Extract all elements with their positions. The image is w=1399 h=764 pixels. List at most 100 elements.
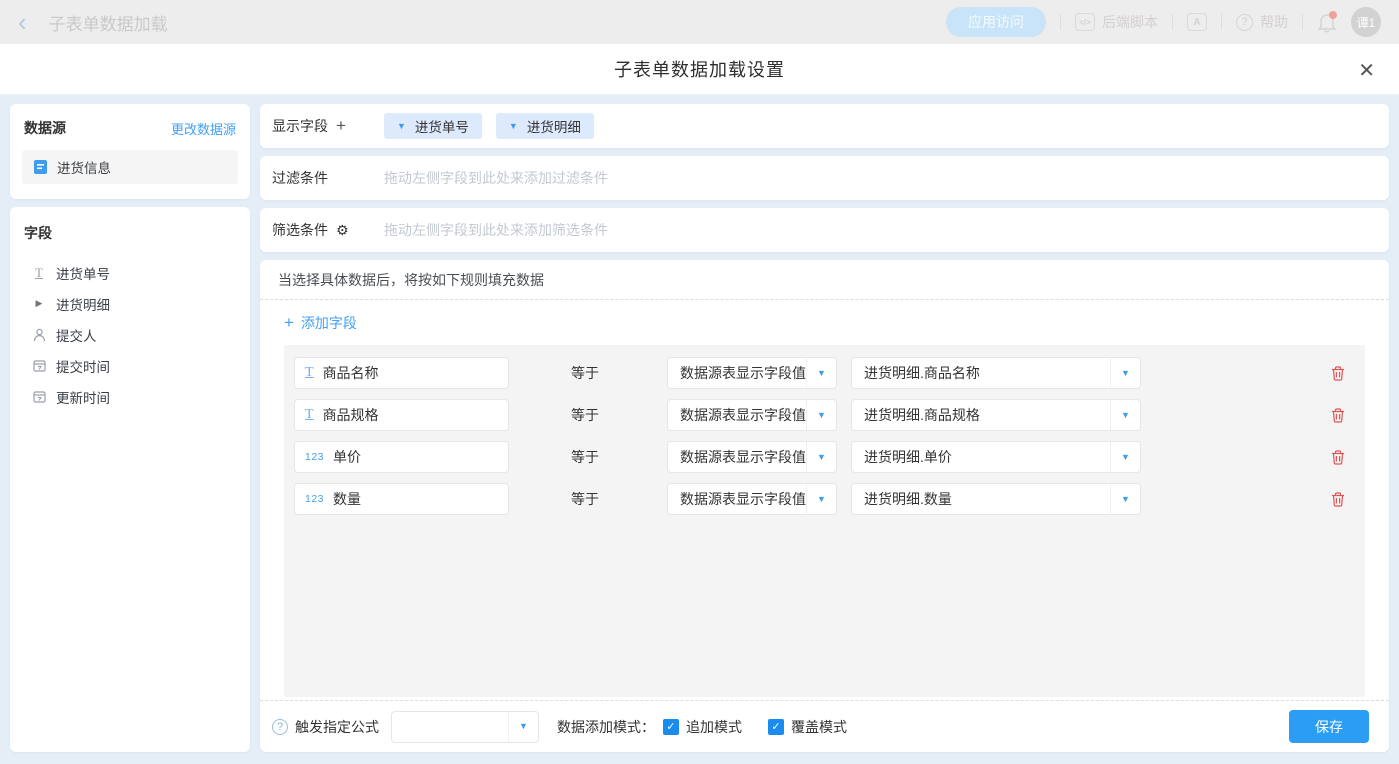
text-field-icon: T	[305, 407, 314, 423]
sift-condition-label: 筛选条件 ⚙	[272, 220, 384, 240]
fill-rules-card: 当选择具体数据后，将按如下规则填充数据 + 添加字段 T 商品名称 等于 数据源…	[260, 260, 1389, 752]
formula-help-icon[interactable]: ?	[272, 719, 288, 735]
back-icon[interactable]: ‹	[18, 9, 27, 35]
address-book-button[interactable]: A	[1187, 13, 1207, 31]
source-field-select[interactable]: 进货明细.单价 ▼	[851, 441, 1141, 473]
dialog-titlebar: 子表单数据加载设置 ✕	[0, 44, 1399, 95]
save-button[interactable]: 保存	[1289, 710, 1369, 743]
sidebar-field-submitter[interactable]: 提交人	[22, 319, 238, 350]
change-datasource-link[interactable]: 更改数据源	[171, 119, 236, 138]
formula-select[interactable]: ▼	[391, 711, 539, 743]
settings-footer: ? 触发指定公式 ▼ 数据添加模式： ✓ 追加模式 ✓ 覆盖模式 保存	[260, 700, 1389, 752]
chevron-down-icon: ▼	[806, 400, 836, 430]
source-field-select[interactable]: 进货明细.数量 ▼	[851, 483, 1141, 515]
sidebar-field-purchase-no[interactable]: T 进货单号	[22, 257, 238, 288]
chevron-down-icon: ▼	[1110, 358, 1140, 388]
source-field-select[interactable]: 进货明细.商品名称 ▼	[851, 357, 1141, 389]
overwrite-mode-checkbox[interactable]: ✓ 覆盖模式	[768, 717, 847, 737]
source-type-select[interactable]: 数据源表显示字段值 ▼	[667, 357, 837, 389]
target-field-box[interactable]: T 商品规格	[294, 399, 509, 431]
number-field-icon: 123	[305, 493, 324, 505]
delete-row-button[interactable]	[1331, 366, 1345, 381]
chevron-down-icon: ▼	[806, 484, 836, 514]
display-fields-label: 显示字段 +	[272, 116, 384, 136]
chevron-down-icon: ▼	[508, 712, 538, 742]
datasource-item-label: 进货信息	[57, 157, 111, 177]
sift-condition-placeholder: 拖动左侧字段到此处来添加筛选条件	[384, 220, 608, 240]
datasource-card: 数据源 更改数据源 进货信息	[10, 104, 250, 199]
text-field-icon: T	[305, 365, 314, 381]
chevron-down-icon: ▼	[1110, 442, 1140, 472]
delete-row-button[interactable]	[1331, 408, 1345, 423]
page-title: 子表单数据加载	[49, 10, 168, 35]
sidebar-field-purchase-detail[interactable]: ▶ 进货明细	[22, 288, 238, 319]
divider	[1172, 14, 1173, 30]
checkbox-checked-icon: ✓	[768, 719, 784, 735]
datasource-item[interactable]: 进货信息	[22, 150, 238, 184]
help-icon: ?	[1236, 14, 1253, 31]
mapping-row: T 商品名称 等于 数据源表显示字段值 ▼ 进货明细.商品名称 ▼	[294, 357, 1355, 389]
topbar-actions: 应用访问 </> 后端脚本 A ? 帮助 谭1	[946, 7, 1381, 37]
source-type-select[interactable]: 数据源表显示字段值 ▼	[667, 483, 837, 515]
trash-icon	[1331, 366, 1345, 381]
operator-label: 等于	[571, 447, 601, 467]
avatar[interactable]: 谭1	[1351, 7, 1381, 37]
chevron-down-icon: ▼	[397, 122, 406, 131]
operator-label: 等于	[571, 489, 601, 509]
formula-label: 触发指定公式	[295, 717, 379, 737]
source-field-select[interactable]: 进货明细.商品规格 ▼	[851, 399, 1141, 431]
add-field-button[interactable]: + 添加字段	[284, 313, 357, 333]
source-type-select[interactable]: 数据源表显示字段值 ▼	[667, 441, 837, 473]
dialog-title: 子表单数据加载设置	[614, 56, 785, 82]
notification-dot	[1329, 11, 1337, 19]
display-field-tag[interactable]: ▼ 进货单号	[384, 113, 482, 139]
append-mode-checkbox[interactable]: ✓ 追加模式	[663, 717, 742, 737]
checkbox-checked-icon: ✓	[663, 719, 679, 735]
target-field-box[interactable]: 123 数量	[294, 483, 509, 515]
sidebar-field-submit-time[interactable]: 提交时间	[22, 350, 238, 381]
source-type-select[interactable]: 数据源表显示字段值 ▼	[667, 399, 837, 431]
sift-condition-row[interactable]: 筛选条件 ⚙ 拖动左侧字段到此处来添加筛选条件	[260, 208, 1389, 252]
person-icon	[31, 328, 47, 342]
filter-condition-row[interactable]: 过滤条件 拖动左侧字段到此处来添加过滤条件	[260, 156, 1389, 200]
chevron-down-icon: ▼	[509, 122, 518, 131]
expand-arrow-icon[interactable]: ▶	[31, 298, 47, 309]
filter-condition-label: 过滤条件	[272, 168, 384, 188]
display-field-tag[interactable]: ▼ 进货明细	[496, 113, 594, 139]
target-field-box[interactable]: T 商品名称	[294, 357, 509, 389]
plus-icon: +	[284, 313, 294, 333]
data-add-mode-label: 数据添加模式：	[557, 717, 655, 737]
calendar-icon	[31, 359, 47, 372]
address-book-icon: A	[1187, 13, 1207, 31]
chevron-down-icon: ▼	[1110, 484, 1140, 514]
delete-row-button[interactable]	[1331, 492, 1345, 507]
mapping-panel: T 商品名称 等于 数据源表显示字段值 ▼ 进货明细.商品名称 ▼ T 商品规格…	[284, 345, 1365, 697]
chevron-down-icon: ▼	[806, 442, 836, 472]
app-access-button[interactable]: 应用访问	[946, 7, 1046, 37]
code-icon: </>	[1075, 13, 1095, 31]
divider	[1060, 14, 1061, 30]
display-fields-row: 显示字段 + ▼ 进货单号 ▼ 进货明细	[260, 104, 1389, 148]
operator-label: 等于	[571, 363, 601, 383]
app-topbar: ‹ 子表单数据加载 应用访问 </> 后端脚本 A ? 帮助 谭1	[0, 0, 1399, 44]
backend-script-button[interactable]: </> 后端脚本	[1075, 12, 1158, 32]
gear-icon[interactable]: ⚙	[336, 222, 349, 239]
trash-icon	[1331, 450, 1345, 465]
chevron-down-icon: ▼	[1110, 400, 1140, 430]
mapping-row: T 商品规格 等于 数据源表显示字段值 ▼ 进货明细.商品规格 ▼	[294, 399, 1355, 431]
sidebar-field-update-time[interactable]: 更新时间	[22, 381, 238, 412]
trash-icon	[1331, 408, 1345, 423]
delete-row-button[interactable]	[1331, 450, 1345, 465]
fields-card: 字段 T 进货单号 ▶ 进货明细 提交人 提交时间 更新时间	[10, 207, 250, 752]
rule-hint: 当选择具体数据后，将按如下规则填充数据	[260, 260, 1389, 300]
target-field-box[interactable]: 123 单价	[294, 441, 509, 473]
filter-condition-placeholder: 拖动左侧字段到此处来添加过滤条件	[384, 168, 608, 188]
help-button[interactable]: ? 帮助	[1236, 12, 1288, 32]
close-icon[interactable]: ✕	[1358, 58, 1375, 83]
operator-label: 等于	[571, 405, 601, 425]
calendar-icon	[31, 390, 47, 403]
notifications-button[interactable]	[1317, 11, 1337, 33]
mapping-row: 123 数量 等于 数据源表显示字段值 ▼ 进货明细.数量 ▼	[294, 483, 1355, 515]
add-display-field-icon[interactable]: +	[336, 116, 346, 136]
divider	[1302, 14, 1303, 30]
